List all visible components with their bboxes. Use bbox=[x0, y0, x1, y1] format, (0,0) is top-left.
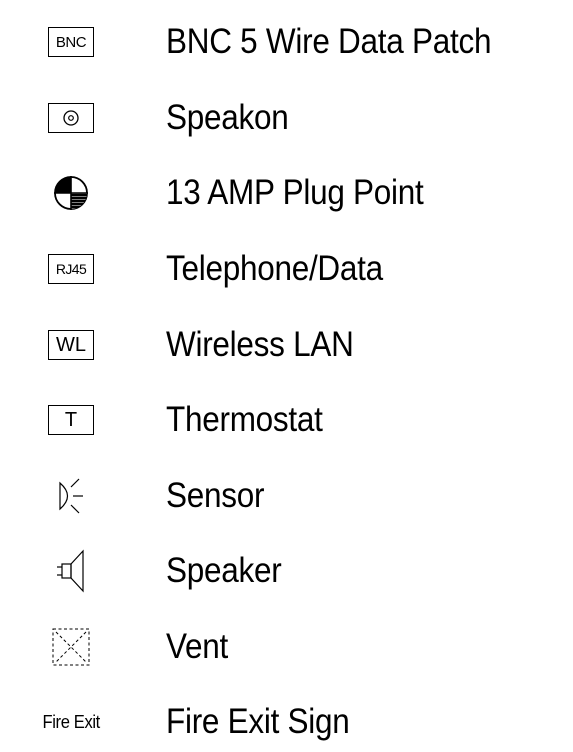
legend-label-bnc: BNC 5 Wire Data Patch bbox=[166, 22, 492, 61]
symbol-legend: BNC BNC 5 Wire Data Patch Speakon 13 AMP… bbox=[0, 0, 573, 752]
legend-row-speakon: Speakon bbox=[0, 88, 573, 148]
speaker-symbol bbox=[57, 549, 84, 593]
fire-exit-text-icon: Fire Exit bbox=[30, 692, 112, 752]
wl-symbol-text: WL bbox=[48, 330, 94, 360]
rj45-box-icon: RJ45 bbox=[30, 239, 112, 299]
legend-row-vent: Vent bbox=[0, 617, 573, 677]
speakon-circle-icon bbox=[63, 110, 79, 126]
legend-row-sensor: Sensor bbox=[0, 466, 573, 526]
sensor-symbol bbox=[59, 478, 83, 514]
vent-symbol bbox=[52, 628, 90, 666]
legend-row-telephone-data: RJ45 Telephone/Data bbox=[0, 239, 573, 299]
legend-label-speaker: Speaker bbox=[166, 551, 282, 590]
legend-label-thermostat: Thermostat bbox=[166, 400, 323, 439]
legend-row-bnc: BNC BNC 5 Wire Data Patch bbox=[0, 12, 573, 72]
sensor-icon bbox=[30, 466, 112, 526]
legend-label-sensor: Sensor bbox=[166, 476, 265, 515]
legend-row-plug-point: 13 AMP Plug Point bbox=[0, 163, 573, 223]
plug-point-icon bbox=[30, 163, 112, 223]
legend-label-speakon: Speakon bbox=[166, 98, 289, 137]
legend-label-telephone-data: Telephone/Data bbox=[166, 249, 383, 288]
legend-label-vent: Vent bbox=[166, 627, 228, 666]
legend-row-thermostat: T Thermostat bbox=[0, 390, 573, 450]
speaker-icon bbox=[30, 541, 112, 601]
vent-icon bbox=[30, 617, 112, 677]
speakon-icon bbox=[30, 88, 112, 148]
plug-point-symbol bbox=[54, 176, 88, 210]
speakon-box bbox=[48, 103, 94, 133]
bnc-box-icon: BNC bbox=[30, 12, 112, 72]
fire-exit-symbol-text: Fire Exit bbox=[42, 711, 100, 732]
bnc-symbol-text: BNC bbox=[48, 27, 94, 57]
legend-label-plug-point: 13 AMP Plug Point bbox=[166, 173, 424, 212]
legend-row-speaker: Speaker bbox=[0, 541, 573, 601]
legend-label-wireless-lan: Wireless LAN bbox=[166, 325, 354, 364]
thermostat-box-icon: T bbox=[30, 390, 112, 450]
t-symbol-text: T bbox=[48, 405, 94, 435]
legend-label-fire-exit: Fire Exit Sign bbox=[166, 702, 350, 741]
wireless-lan-box-icon: WL bbox=[30, 315, 112, 375]
rj45-symbol-text: RJ45 bbox=[48, 254, 94, 284]
legend-row-fire-exit: Fire Exit Fire Exit Sign bbox=[0, 692, 573, 752]
legend-row-wireless-lan: WL Wireless LAN bbox=[0, 315, 573, 375]
